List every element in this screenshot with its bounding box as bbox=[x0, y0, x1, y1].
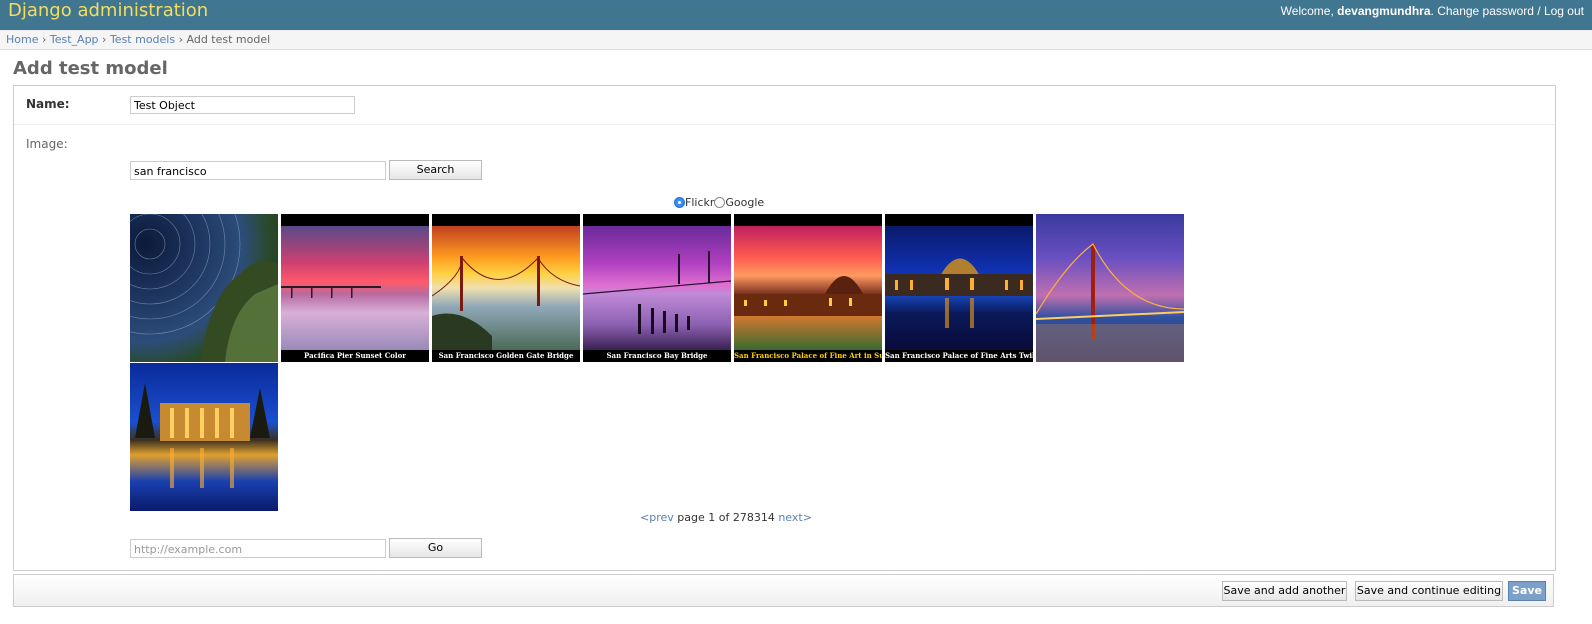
welcome-text: Welcome, bbox=[1280, 4, 1334, 18]
change-password-link[interactable]: Change password bbox=[1437, 4, 1534, 18]
palace-sunset-image bbox=[734, 226, 882, 350]
thumbnail-caption: San Francisco Palace of Fine Art in Suns… bbox=[734, 350, 882, 362]
pink-sunset-pier-image bbox=[281, 226, 429, 350]
site-brand[interactable]: Django administration bbox=[8, 0, 208, 22]
submit-row: Save and add another Save and continue e… bbox=[13, 574, 1554, 607]
go-button[interactable]: Go bbox=[389, 538, 482, 558]
breadcrumb-home[interactable]: Home bbox=[6, 33, 38, 46]
result-thumbnail[interactable]: San Francisco Golden Gate Bridge bbox=[432, 214, 580, 362]
result-thumbnail[interactable]: San Francisco Palace of Fine Art in Suns… bbox=[734, 214, 882, 362]
search-input[interactable]: san francisco bbox=[130, 161, 386, 180]
pagination: <prev page 1 of 278314 next> bbox=[640, 511, 812, 524]
next-page-link[interactable]: next> bbox=[778, 511, 812, 524]
breadcrumb-separator: › bbox=[102, 33, 107, 46]
palace-blue-image bbox=[885, 226, 1033, 350]
flickr-label: Flickr bbox=[685, 196, 715, 209]
source-radio-group: Flickr Google bbox=[674, 196, 764, 209]
search-button[interactable]: Search bbox=[389, 160, 482, 180]
page-indicator: page 1 of 278314 bbox=[677, 511, 775, 524]
name-label: Name: bbox=[26, 97, 70, 111]
user-tools: Welcome, devangmundhra. Change password … bbox=[1280, 4, 1584, 18]
save-button[interactable]: Save bbox=[1508, 581, 1546, 601]
thumbnail-caption: San Francisco Palace of Fine Arts Twilig… bbox=[885, 350, 1033, 362]
prev-page-link[interactable]: <prev bbox=[640, 511, 674, 524]
name-row: Name: Test Object bbox=[14, 86, 1555, 125]
url-input[interactable]: http://example.com bbox=[130, 539, 386, 558]
result-thumbnail[interactable] bbox=[130, 363, 278, 511]
page-title: Add test model bbox=[13, 58, 168, 79]
result-thumbnail[interactable] bbox=[1036, 214, 1184, 362]
thumbnail-caption: San Francisco Bay Bridge bbox=[583, 350, 731, 362]
breadcrumb-current: Add test model bbox=[186, 33, 271, 46]
purple-bay-bridge-image bbox=[583, 226, 731, 350]
breadcrumb-separator: › bbox=[41, 33, 47, 46]
golden-gate-night-image bbox=[1036, 214, 1184, 362]
star-trails-image bbox=[130, 214, 278, 362]
flickr-radio[interactable] bbox=[674, 197, 685, 208]
thumbnail-caption: San Francisco Golden Gate Bridge bbox=[432, 350, 580, 362]
google-label: Google bbox=[725, 196, 765, 209]
thumbnail-caption: Pacifica Pier Sunset Color bbox=[281, 350, 429, 362]
breadcrumb-model[interactable]: Test models bbox=[110, 33, 175, 46]
google-radio[interactable] bbox=[714, 197, 726, 208]
result-thumbnail[interactable]: Pacifica Pier Sunset Color bbox=[281, 214, 429, 362]
separator: / bbox=[1537, 4, 1541, 18]
breadcrumb: Home › Test_App › Test models › Add test… bbox=[0, 30, 1592, 50]
form-fieldset: Name: Test Object Image: san francisco S… bbox=[13, 85, 1556, 571]
result-thumbnail[interactable] bbox=[130, 214, 278, 362]
golden-fog-bridge-image bbox=[432, 226, 580, 350]
logout-link[interactable]: Log out bbox=[1544, 4, 1584, 18]
result-thumbnail[interactable]: San Francisco Bay Bridge bbox=[583, 214, 731, 362]
name-input[interactable]: Test Object bbox=[130, 96, 355, 114]
header-bar: Django administration Welcome, devangmun… bbox=[0, 0, 1592, 30]
save-continue-button[interactable]: Save and continue editing bbox=[1355, 581, 1503, 601]
username: devangmundhra bbox=[1337, 4, 1431, 18]
image-label: Image: bbox=[26, 137, 68, 151]
palace-night-reflection-image bbox=[130, 363, 278, 511]
save-add-another-button[interactable]: Save and add another bbox=[1222, 581, 1347, 601]
breadcrumb-separator: › bbox=[178, 33, 183, 46]
breadcrumb-app[interactable]: Test_App bbox=[50, 33, 99, 46]
result-thumbnail[interactable]: San Francisco Palace of Fine Arts Twilig… bbox=[885, 214, 1033, 362]
